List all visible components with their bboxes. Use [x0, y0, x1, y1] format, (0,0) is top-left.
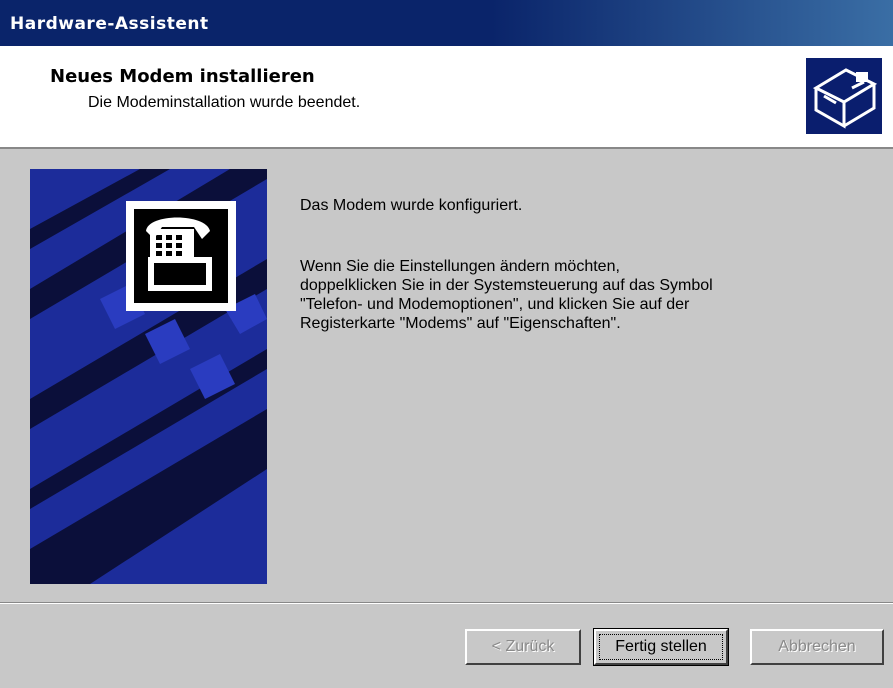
finish-button[interactable]: Fertig stellen [593, 628, 729, 666]
focus-rect [599, 634, 723, 660]
instructions-line: Wenn Sie die Einstellungen ändern möchte… [300, 258, 620, 275]
instructions-text: Wenn Sie die Einstellungen ändern möchte… [300, 257, 860, 333]
instructions-line: "Telefon- und Modemoptionen", und klicke… [300, 296, 690, 313]
instructions-line: doppelklicken Sie in der Systemsteuerung… [300, 277, 713, 294]
cancel-button[interactable]: Abbrechen [750, 629, 884, 665]
button-separator [0, 602, 893, 604]
title-bar[interactable]: Hardware-Assistent [0, 0, 893, 46]
hardware-icon [806, 58, 882, 134]
status-message: Das Modem wurde konfiguriert. [300, 197, 523, 214]
instructions-line: Registerkarte "Modems" auf "Eigenschafte… [300, 315, 621, 332]
wizard-window: Hardware-Assistent Neues Modem installie… [0, 0, 893, 688]
back-button[interactable]: < Zurück [465, 629, 581, 665]
wizard-side-graphic [30, 169, 267, 584]
header-title: Neues Modem installieren [50, 66, 315, 87]
window-title: Hardware-Assistent [10, 14, 209, 34]
header-subtitle: Die Modeminstallation wurde beendet. [88, 94, 361, 111]
wizard-header: Neues Modem installieren Die Modeminstal… [0, 46, 893, 149]
wizard-content: Das Modem wurde konfiguriert. Wenn Sie d… [0, 149, 893, 601]
